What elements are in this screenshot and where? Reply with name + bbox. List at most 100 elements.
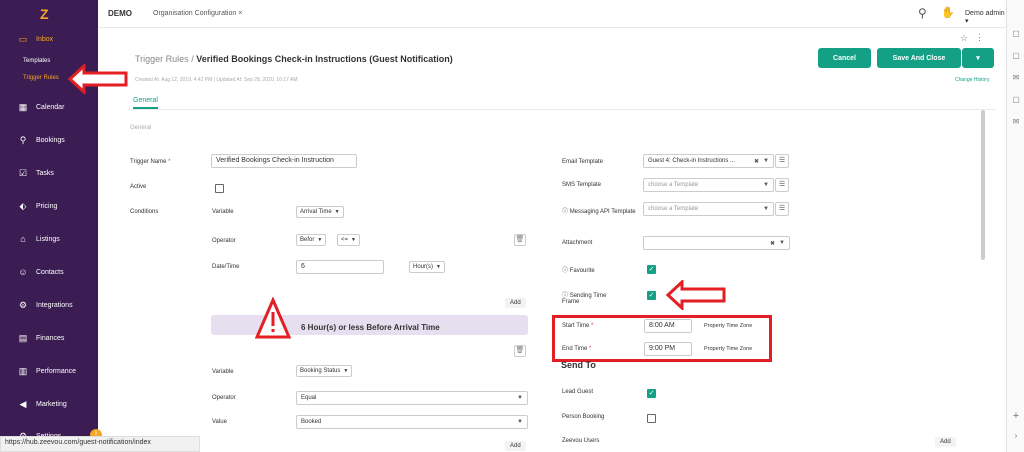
star-icon[interactable]: ☆ [960,33,968,44]
end-timezone-label: Property Time Zone [704,346,753,352]
list-icon[interactable]: ☰ [775,202,789,216]
sidebar-item-pricing[interactable]: ⬖ Pricing [0,198,98,214]
more-icon[interactable]: ⋮ [975,32,984,43]
zeevou-logo-icon[interactable]: Z [40,6,56,22]
email-template-label: Email Template [562,159,603,165]
label-text: Start Time [562,323,590,329]
listings-icon: ⌂ [20,234,26,244]
chevron-right-icon[interactable]: › [1011,431,1021,441]
select-value: Befor [300,237,315,243]
caret-down-icon: ▼ [763,182,769,188]
start-time-input[interactable]: 8:00 AM [644,319,692,333]
operator-label: Operator [212,238,236,244]
list-icon[interactable]: ☰ [775,178,789,192]
sidebar-item-label: Calendar [36,103,65,111]
caret-down-icon: ▼ [763,206,769,212]
select-placeholder: choose a Template [648,182,699,188]
warning-icon [255,297,291,339]
sidebar-item-label: Listings [36,235,60,243]
unit-select[interactable]: Hour(s) ▼ [409,261,445,273]
variable-label: Variable [212,209,234,215]
scrollbar[interactable] [981,110,985,260]
finances-icon: ▤ [18,332,28,343]
tab-organisation-configuration[interactable]: Organisation Configuration × [153,10,242,17]
save-dropdown-button[interactable]: ▾ [962,48,994,68]
operator-select-2[interactable]: Equal ▼ [296,391,528,405]
mail-icon[interactable]: ✉ [1011,73,1021,83]
sidebar-item-inbox[interactable]: ▭ Inbox [0,31,98,47]
variable-select-2[interactable]: Booking Status ▼ [296,365,353,377]
note-icon[interactable]: ▢ [1011,29,1021,39]
label-text: End Time [562,346,588,352]
sidebar-item-listings[interactable]: ⌂ Listings [0,231,98,247]
chevron-down-icon: ▾ [976,55,980,62]
trigger-name-input[interactable]: Verified Bookings Check-in Instruction [211,154,357,168]
email-template-select[interactable]: Guest 4: Check-in Instructions ... ✖ ▼ [643,154,774,168]
sidebar-item-bookings[interactable]: ⚲ Bookings [0,132,98,148]
integrations-icon: ⚙ [18,299,28,310]
person-booking-checkbox[interactable] [647,414,656,423]
caret-down-icon: ▼ [343,368,349,374]
comparison-select[interactable]: <= ▼ [337,234,360,246]
person-booking-label: Person Booking [562,414,605,420]
sending-time-frame-checkbox[interactable]: ✓ [647,291,656,300]
favourite-checkbox[interactable]: ✓ [647,265,656,274]
copy-icon[interactable]: ▢ [1011,51,1021,61]
search-icon[interactable]: ⚲ [918,6,927,20]
list-icon[interactable]: ☰ [775,154,789,168]
clear-icon[interactable]: ✖ [754,158,759,165]
sidebar-item-label: Inbox [36,35,54,43]
sidebar-item-marketing[interactable]: ◀ Marketing [0,396,98,412]
required-marker: * [589,346,592,352]
hand-icon[interactable]: ✋ [941,6,955,19]
annotation-arrow-left-icon [666,280,726,310]
cancel-button[interactable]: Cancel [818,48,871,68]
label-text: Favourite [569,268,595,274]
messaging-template-select[interactable]: choose a Template ▼ [643,202,774,216]
delete-condition-icon[interactable]: 🗑 [514,345,526,357]
operator-select[interactable]: Befor ▼ [296,234,327,246]
mail-icon[interactable]: ✉ [1011,117,1021,127]
meta-timestamps: Created At: Aug 12, 2019, 4:42 PM | Upda… [135,77,298,83]
sidebar-item-integrations[interactable]: ⚙ Integrations [0,297,98,313]
label-text: Messaging API Template [569,209,636,215]
sidebar-item-calendar[interactable]: ▦ Calendar [0,99,98,115]
datetime-input[interactable]: 6 [296,260,384,274]
tab-general[interactable]: General [133,97,158,109]
attachment-select[interactable]: ✖ ▼ [643,236,790,250]
end-time-input[interactable]: 9:00 PM [644,342,692,356]
select-value: Guest 4: Check-in Instructions ... [648,158,736,164]
marketing-icon: ◀ [19,398,27,409]
sidebar-item-finances[interactable]: ▤ Finances [0,330,98,346]
note-icon[interactable]: ▢ [1011,95,1021,105]
delete-condition-icon[interactable]: 🗑 [514,234,526,246]
clear-icon[interactable]: ✖ [770,240,775,247]
sidebar-subitem-templates[interactable]: Templates [23,58,50,64]
save-and-close-button[interactable]: Save And Close [877,48,961,68]
plus-icon[interactable]: + [1011,410,1021,422]
add-condition-button[interactable]: Add [505,298,526,308]
change-history-link[interactable]: Change History [955,77,989,83]
sidebar-item-contacts[interactable]: ☺ Contacts [0,264,98,280]
caret-down-icon: ▼ [317,237,323,243]
lead-guest-checkbox[interactable]: ✓ [647,389,656,398]
add-condition-button-2[interactable]: Add [505,441,526,451]
sidebar-subitem-trigger-rules[interactable]: Trigger Rules [23,75,59,81]
caret-down-icon: ▼ [351,237,356,243]
label-text: Sending Time Frame [562,293,607,305]
sidebar-item-tasks[interactable]: ☑ Tasks [0,165,98,181]
caret-down-icon: ▼ [517,395,523,401]
active-checkbox[interactable] [215,184,224,193]
sms-template-select[interactable]: choose a Template ▼ [643,178,774,192]
breadcrumb-parent[interactable]: Trigger Rules [135,54,189,64]
close-icon[interactable]: × [238,10,242,17]
caret-down-icon: ▼ [517,419,523,425]
label-text: Trigger Name [130,159,167,165]
value-select[interactable]: Booked ▼ [296,415,528,429]
user-menu[interactable]: Demo admin ▾ [965,10,1006,25]
info-icon: ⓘ [562,209,569,215]
sidebar-item-performance[interactable]: ▥ Performance [0,363,98,379]
add-user-button[interactable]: Add [935,437,956,447]
select-value: Booking Status [300,368,341,374]
variable-select[interactable]: Arrival Time ▼ [296,206,344,218]
